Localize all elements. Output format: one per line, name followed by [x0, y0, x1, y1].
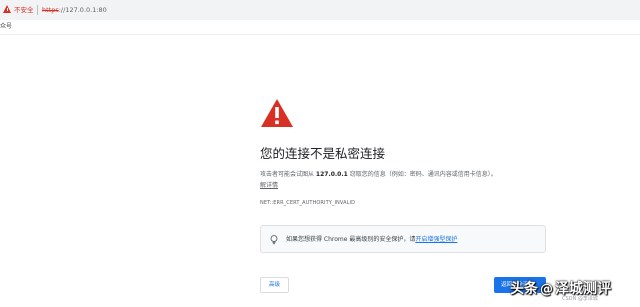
enhanced-protection-prompt: 如果您想获得 Chrome 最高级别的安全保护，请: [286, 236, 416, 243]
bookmark-item[interactable]: 众号: [0, 23, 12, 31]
enable-enhanced-protection-link[interactable]: 开启增强型保护: [415, 236, 457, 243]
browser-window: 不安全 https://127.0.0.1:80 众号 您的连接不是私密连接 攻…: [0, 0, 640, 307]
security-status-label[interactable]: 不安全: [14, 6, 34, 14]
details-link[interactable]: 解详情: [260, 182, 278, 190]
url-scheme: https: [42, 6, 59, 14]
watermark-author: 泽城测评: [555, 281, 611, 297]
desc-prefix: 攻击者可能会试图从: [260, 171, 316, 178]
address-bar[interactable]: 不安全 https://127.0.0.1:80: [0, 0, 640, 21]
lightbulb-icon: [270, 235, 278, 245]
warning-triangle-icon[interactable]: [3, 5, 11, 13]
watermark-symbol: @: [540, 282, 553, 297]
watermark-subtext: CSDN @李泽城: [562, 296, 598, 302]
enhanced-protection-banner: 如果您想获得 Chrome 最高级别的安全保护，请开启增强型保护: [260, 225, 546, 253]
desc-host: 127.0.0.1: [315, 171, 348, 178]
watermark: 头条 @ 泽城测评 CSDN @李泽城: [510, 278, 640, 307]
error-code[interactable]: NET::ERR_CERT_AUTHORITY_INVALID: [260, 200, 355, 207]
bookmarks-bar: 众号: [0, 20, 640, 35]
advanced-button[interactable]: 高级: [260, 277, 289, 293]
watermark-brand: 头条: [510, 281, 538, 297]
warning-description: 攻击者可能会试图从 127.0.0.1 窃取您的信息（例如：密码、通讯内容或信用…: [260, 170, 560, 179]
url-host: ://127.0.0.1:80: [58, 6, 107, 14]
danger-triangle-icon: [261, 99, 293, 127]
address-separator: [37, 5, 38, 15]
enhanced-protection-text: 如果您想获得 Chrome 最高级别的安全保护，请开启增强型保护: [286, 236, 457, 244]
page-title: 您的连接不是私密连接: [260, 146, 386, 161]
desc-suffix: 窃取您的信息（例如：密码、通讯内容或信用卡信息）。: [347, 171, 497, 178]
url-field[interactable]: https://127.0.0.1:80: [42, 6, 107, 14]
